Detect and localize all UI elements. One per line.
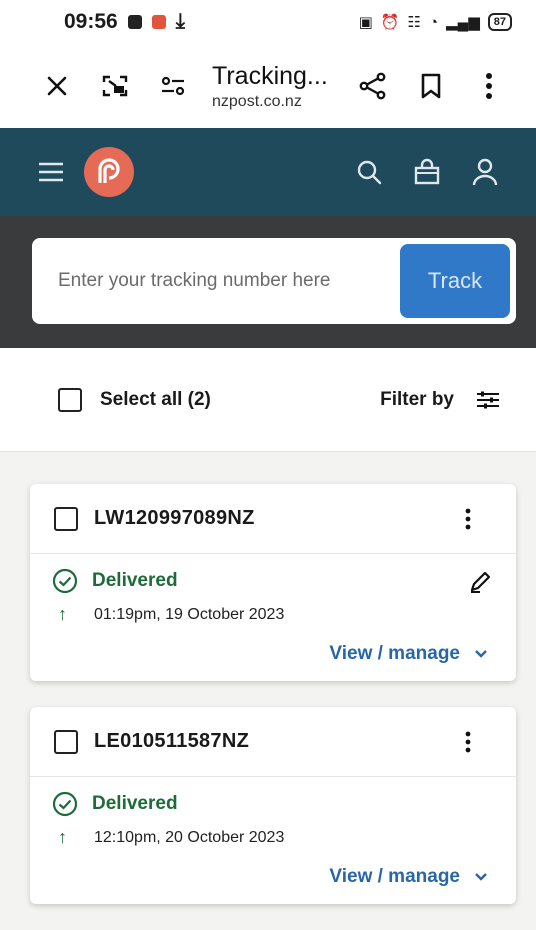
chevron-down-icon[interactable] [474, 872, 488, 882]
delivery-status: Delivered [92, 793, 178, 814]
parcel-card: LW120997089NZ Delivered ↑ 01:19pm, 19 Oc… [30, 484, 516, 681]
download-icon: ⤓ [175, 10, 186, 33]
arrow-up-icon: ↑ [58, 827, 67, 847]
menu-button[interactable] [36, 143, 66, 201]
chevron-down-icon[interactable] [474, 649, 488, 659]
site-header [0, 128, 536, 216]
parcel-list: LW120997089NZ Delivered ↑ 01:19pm, 19 Oc… [0, 452, 536, 904]
page-title: Tracking... [212, 61, 328, 90]
open-in-app-button[interactable] [86, 57, 144, 115]
bookmark-button[interactable] [402, 57, 460, 115]
filter-by-button[interactable]: Filter by [380, 389, 454, 411]
delivery-datetime: 01:19pm, 19 October 2023 [94, 605, 285, 623]
bookmark-icon [421, 73, 441, 99]
page-title-area[interactable]: Tracking... nzpost.co.nz [202, 62, 344, 111]
tune-icon [161, 76, 185, 96]
parcel-card-header: LW120997089NZ [30, 484, 516, 554]
parcel-checkbox[interactable] [54, 729, 78, 754]
site-settings-button[interactable] [144, 57, 202, 115]
parcel-card-header: LE010511587NZ [30, 707, 516, 777]
alarm-icon: ⏰ [380, 14, 400, 31]
tracking-search-band: Track [0, 216, 536, 348]
battery-icon: 87 [487, 13, 512, 31]
view-manage-row[interactable]: View / manage [52, 643, 492, 665]
filter-icon[interactable] [476, 390, 500, 410]
signal-icon: ▂▄▆ [446, 14, 480, 31]
close-button[interactable] [28, 57, 86, 115]
account-button[interactable] [456, 143, 514, 201]
tracking-search-box: Track [32, 238, 516, 324]
user-icon [472, 158, 498, 186]
arrow-up-icon: ↑ [58, 604, 67, 624]
more-vertical-icon [486, 73, 492, 99]
check-circle-icon [52, 791, 78, 817]
select-all-checkbox[interactable] [58, 387, 82, 412]
parcel-card-body: Delivered ↑ 12:10pm, 20 October 2023 Vie… [30, 777, 516, 904]
nfc-icon: ▣ [358, 14, 373, 31]
delivery-status: Delivered [92, 570, 178, 591]
nzpost-logo-icon [98, 158, 120, 183]
view-manage-row[interactable]: View / manage [52, 866, 492, 888]
site-search-button[interactable] [340, 143, 398, 201]
tracking-number: LE010511587NZ [94, 730, 250, 752]
vibrate-icon: ☷ [407, 14, 421, 31]
search-icon [357, 160, 382, 185]
hamburger-icon [39, 162, 63, 182]
shop-button[interactable] [398, 143, 456, 201]
share-icon [359, 72, 386, 100]
browser-toolbar: Tracking... nzpost.co.nz [0, 44, 536, 128]
parcel-card-body: Delivered ↑ 01:19pm, 19 October 2023 Vie… [30, 554, 516, 681]
parcel-more-button[interactable] [456, 727, 480, 757]
parcel-checkbox[interactable] [54, 506, 78, 531]
select-all-label[interactable]: Select all (2) [100, 389, 211, 411]
close-icon [47, 76, 67, 96]
clock: 09:56 [64, 10, 118, 33]
tracking-number-input[interactable] [58, 270, 400, 292]
nzpost-logo[interactable] [84, 147, 134, 197]
wifi-icon: ◔ [428, 13, 439, 31]
app-notification-icon [151, 15, 166, 29]
view-manage-link[interactable]: View / manage [329, 866, 460, 888]
page-domain: nzpost.co.nz [212, 92, 302, 110]
status-bar: 09:56 ⤓ ▣ ⏰ ☷ ◔ ▂▄▆ 87 [0, 0, 536, 44]
messenger-icon [127, 15, 142, 29]
shopping-bag-icon [414, 158, 440, 185]
delivery-datetime: 12:10pm, 20 October 2023 [94, 828, 285, 846]
pencil-icon [470, 571, 491, 593]
parcel-more-button[interactable] [456, 504, 480, 534]
parcel-card: LE010511587NZ Delivered ↑ 12:10pm, 20 Oc… [30, 707, 516, 904]
more-options-button[interactable] [460, 57, 518, 115]
share-button[interactable] [344, 57, 402, 115]
more-vertical-icon [465, 731, 471, 752]
track-button[interactable]: Track [400, 244, 510, 318]
open-in-browser-icon [102, 75, 128, 97]
view-manage-link[interactable]: View / manage [329, 643, 460, 665]
edit-nickname-button[interactable] [468, 570, 492, 599]
more-vertical-icon [465, 508, 471, 529]
check-circle-icon [52, 568, 78, 594]
tracking-number: LW120997089NZ [94, 507, 255, 529]
list-controls: Select all (2) Filter by [0, 348, 536, 452]
